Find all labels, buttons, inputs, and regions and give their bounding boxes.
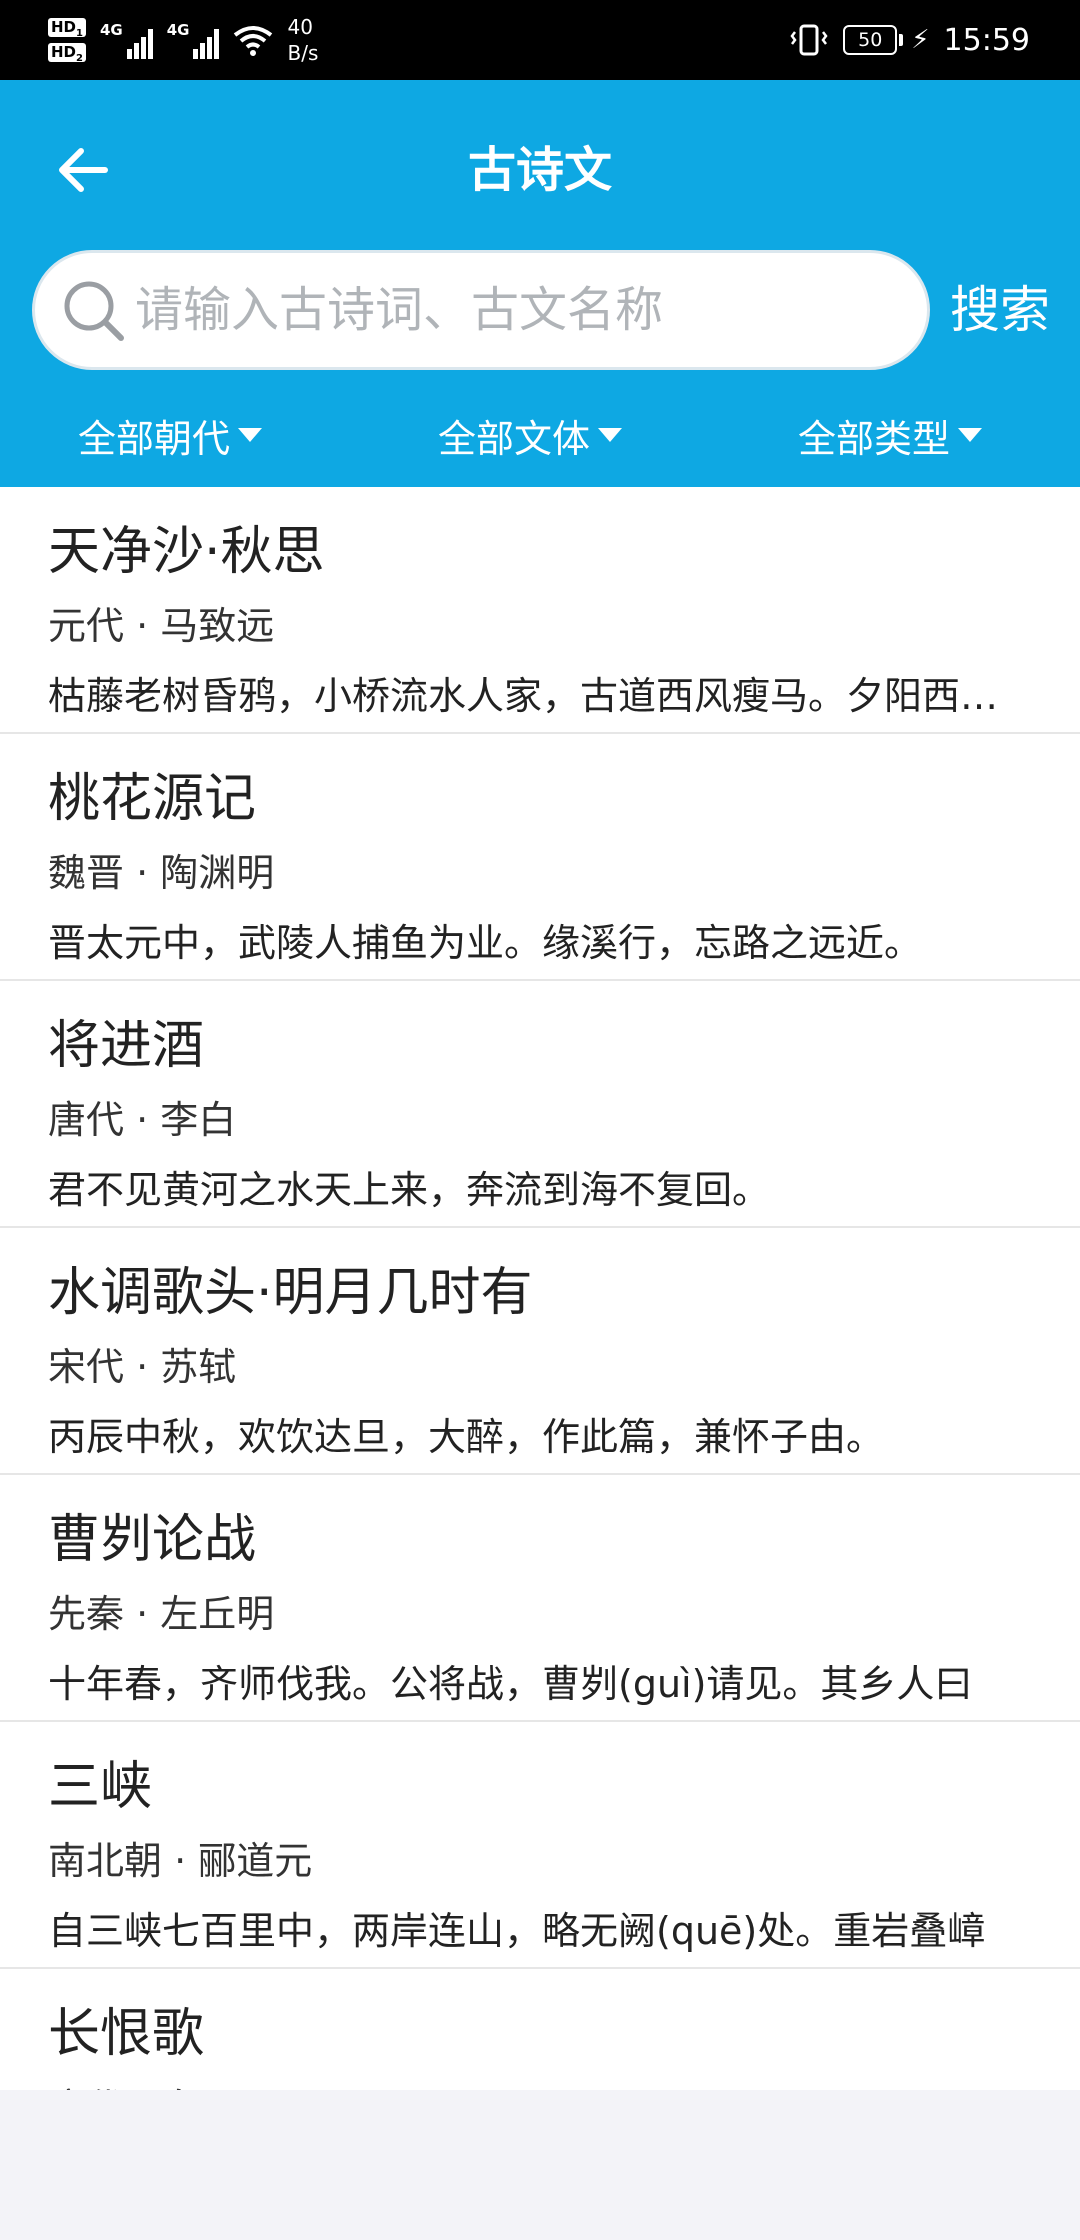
bottom-overlay	[0, 2090, 1080, 2240]
charging-icon: ⚡	[911, 25, 930, 55]
filter-bar: 全部朝代 全部文体 全部类型	[0, 400, 1080, 470]
poem-excerpt: 枯藤老树昏鸦，小桥流水人家，古道西风瘦马。夕阳西下，断肠人在天涯。	[48, 674, 1008, 718]
hd-icon: HD1	[48, 18, 86, 39]
poem-title: 三峡	[48, 1757, 153, 1817]
search-icon	[64, 281, 124, 341]
hd-indicators: HD1 HD2	[48, 18, 86, 64]
caret-down-icon	[598, 428, 623, 442]
caret-down-icon	[238, 428, 263, 442]
poem-meta: 南北朝 · 郦道元	[48, 1839, 313, 1883]
network-speed: 40 B/s	[287, 15, 319, 65]
list-item[interactable]: 曹刿论战 先秦 · 左丘明 十年春，齐师伐我。公将战，曹刿(guì)请见。其乡人…	[0, 1475, 1080, 1722]
genre-filter[interactable]: 全部文体	[438, 400, 623, 470]
list-item[interactable]: 三峡 南北朝 · 郦道元 自三峡七百里中，两岸连山，略无阙(quē)处。重岩叠嶂	[0, 1722, 1080, 1969]
list-item[interactable]: 将进酒 唐代 · 李白 君不见黄河之水天上来，奔流到海不复回。	[0, 981, 1080, 1228]
status-bar: HD1 HD2 4G 4G 40 B/s 50 ⚡ 15:59	[0, 0, 1080, 80]
status-left: HD1 HD2 4G 4G 40 B/s	[48, 10, 318, 70]
poem-list: 天净沙·秋思 元代 · 马致远 枯藤老树昏鸦，小桥流水人家，古道西风瘦马。夕阳西…	[0, 487, 1080, 2216]
search-button[interactable]: 搜索	[940, 250, 1060, 370]
clock: 15:59	[943, 22, 1030, 58]
poem-meta: 唐代 · 李白	[48, 1098, 237, 1142]
list-item[interactable]: 天净沙·秋思 元代 · 马致远 枯藤老树昏鸦，小桥流水人家，古道西风瘦马。夕阳西…	[0, 487, 1080, 734]
genre-filter-label: 全部文体	[438, 416, 591, 461]
battery-icon: 50	[843, 25, 904, 55]
page-title: 古诗文	[467, 142, 612, 198]
search-input[interactable]	[135, 282, 927, 338]
caret-down-icon	[958, 428, 983, 442]
hd-icon: HD2	[48, 43, 86, 64]
poem-excerpt: 十年春，齐师伐我。公将战，曹刿(guì)请见。其乡人曰	[48, 1662, 973, 1706]
poem-excerpt: 君不见黄河之水天上来，奔流到海不复回。	[48, 1168, 771, 1212]
poem-title: 水调歌头·明月几时有	[48, 1263, 533, 1323]
signal-icon: 4G	[167, 21, 220, 59]
poem-meta: 魏晋 · 陶渊明	[48, 851, 275, 895]
poem-excerpt: 晋太元中，武陵人捕鱼为业。缘溪行，忘路之远近。	[48, 921, 923, 965]
poem-title: 天净沙·秋思	[48, 522, 325, 582]
poem-meta: 宋代 · 苏轼	[48, 1345, 237, 1389]
list-item[interactable]: 水调歌头·明月几时有 宋代 · 苏轼 丙辰中秋，欢饮达旦，大醉，作此篇，兼怀子由…	[0, 1228, 1080, 1475]
dynasty-filter-label: 全部朝代	[78, 416, 231, 461]
vibrate-icon	[790, 24, 828, 56]
list-item[interactable]: 桃花源记 魏晋 · 陶渊明 晋太元中，武陵人捕鱼为业。缘溪行，忘路之远近。	[0, 734, 1080, 981]
poem-meta: 元代 · 马致远	[48, 604, 275, 648]
poem-title: 曹刿论战	[48, 1510, 257, 1570]
poem-excerpt: 自三峡七百里中，两岸连山，略无阙(quē)处。重岩叠嶂	[48, 1909, 986, 1953]
app-header: 古诗文 搜索 全部朝代 全部文体 全部类型	[0, 80, 1080, 487]
type-filter-label: 全部类型	[798, 416, 951, 461]
poem-title: 长恨歌	[48, 2004, 205, 2064]
dynasty-filter[interactable]: 全部朝代	[78, 400, 263, 470]
poem-title: 将进酒	[48, 1016, 205, 1076]
poem-excerpt: 丙辰中秋，欢饮达旦，大醉，作此篇，兼怀子由。	[48, 1415, 885, 1459]
poem-title: 桃花源记	[48, 769, 257, 829]
type-filter[interactable]: 全部类型	[798, 400, 983, 470]
status-right: 50 ⚡ 15:59	[789, 0, 1030, 80]
search-box[interactable]	[32, 250, 930, 370]
signal-icon: 4G	[100, 21, 153, 59]
wifi-icon	[234, 26, 273, 56]
poem-meta: 先秦 · 左丘明	[48, 1592, 275, 1636]
